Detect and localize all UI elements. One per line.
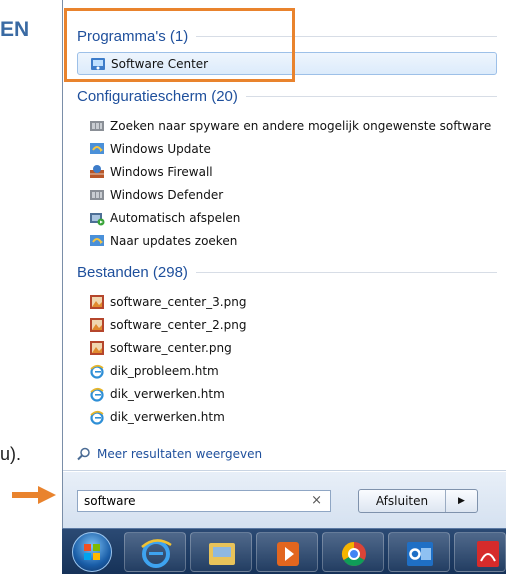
windows-logo-icon <box>84 544 100 560</box>
ie-file-icon <box>89 363 105 379</box>
section-title: Bestanden (298) <box>77 263 188 281</box>
software-center-icon <box>90 56 106 72</box>
result-label: Automatisch afspelen <box>110 210 241 225</box>
result-windows-defender[interactable]: Windows Defender <box>77 183 497 206</box>
result-file-htm-verwerken-2[interactable]: dik_verwerken.htm <box>77 405 497 428</box>
document-text-fragment: u). <box>0 444 22 464</box>
image-file-icon <box>89 340 105 356</box>
result-file-png-3[interactable]: software_center_3.png <box>77 290 497 313</box>
folder-icon <box>209 543 235 565</box>
search-icon <box>77 447 91 461</box>
taskbar-media-player[interactable] <box>256 532 318 572</box>
acrobat-icon <box>477 541 499 567</box>
result-label: Zoeken naar spyware en andere mogelijk o… <box>110 118 492 133</box>
image-file-icon <box>89 317 105 333</box>
bottom-divider <box>63 470 506 471</box>
result-label: dik_probleem.htm <box>110 363 219 378</box>
section-title: Configuratiescherm (20) <box>77 87 238 105</box>
result-windows-firewall[interactable]: Windows Firewall <box>77 160 497 183</box>
result-label: dik_verwerken.htm <box>110 409 225 424</box>
section-title: Programma's (1) <box>77 27 189 45</box>
windows-defender-icon <box>89 118 105 134</box>
orange-arrow-icon <box>12 486 56 504</box>
taskbar-windows-explorer[interactable] <box>190 532 252 572</box>
shutdown-options-arrow-icon[interactable]: ▶ <box>446 496 477 506</box>
chrome-icon <box>341 542 366 567</box>
result-label: dik_verwerken.htm <box>110 386 225 401</box>
windows-defender-icon <box>89 187 105 203</box>
shutdown-button[interactable]: Afsluiten ▶ <box>358 489 478 513</box>
start-menu-panel: Programma's (1) Software Center Configur… <box>62 0 506 528</box>
section-header-programs: Programma's (1) <box>77 26 497 46</box>
start-menu-bottom-bar: × Afsluiten ▶ <box>63 472 506 528</box>
taskbar-acrobat[interactable] <box>454 532 506 572</box>
section-divider <box>245 95 497 97</box>
result-autoplay[interactable]: Automatisch afspelen <box>77 206 497 229</box>
section-divider <box>195 271 497 273</box>
result-file-png-2[interactable]: software_center_2.png <box>77 313 497 336</box>
taskbar-outlook[interactable] <box>388 532 450 572</box>
more-results-label: Meer resultaten weergeven <box>97 447 263 461</box>
outlook-icon <box>407 542 433 566</box>
ie-file-icon <box>89 409 105 425</box>
result-label: Software Center <box>111 56 209 71</box>
result-label: Naar updates zoeken <box>110 233 238 248</box>
ie-file-icon <box>89 386 105 402</box>
section-header-control-panel: Configuratiescherm (20) <box>77 86 497 106</box>
section-header-files: Bestanden (298) <box>77 262 497 282</box>
result-label: Windows Update <box>110 141 211 156</box>
start-orb-button[interactable] <box>72 532 112 572</box>
media-player-icon <box>277 542 299 566</box>
more-results-link[interactable]: Meer resultaten weergeven <box>77 447 262 461</box>
result-spyware-search[interactable]: Zoeken naar spyware en andere mogelijk o… <box>77 114 497 137</box>
autoplay-icon <box>89 210 105 226</box>
image-file-icon <box>89 294 105 310</box>
taskbar-chrome[interactable] <box>322 532 384 572</box>
windows-update-icon <box>89 233 105 249</box>
search-input[interactable] <box>84 494 284 508</box>
result-windows-update[interactable]: Windows Update <box>77 137 497 160</box>
internet-explorer-icon <box>141 539 172 568</box>
result-label: software_center_2.png <box>110 317 247 332</box>
result-file-htm-probleem[interactable]: dik_probleem.htm <box>77 359 497 382</box>
document-heading-fragment: EN <box>0 18 30 41</box>
result-label: software_center_3.png <box>110 294 247 309</box>
shutdown-label: Afsluiten <box>375 494 429 508</box>
result-check-updates[interactable]: Naar updates zoeken <box>77 229 497 252</box>
result-label: software_center.png <box>110 340 232 355</box>
section-divider <box>196 35 497 37</box>
result-software-center[interactable]: Software Center <box>77 52 497 75</box>
firewall-icon <box>89 164 105 180</box>
result-label: Windows Defender <box>110 187 224 202</box>
taskbar-internet-explorer[interactable] <box>124 532 186 572</box>
result-file-png[interactable]: software_center.png <box>77 336 497 359</box>
taskbar <box>62 528 506 574</box>
result-file-htm-verwerken[interactable]: dik_verwerken.htm <box>77 382 497 405</box>
windows-update-icon <box>89 141 105 157</box>
clear-search-icon[interactable]: × <box>311 493 322 508</box>
result-label: Windows Firewall <box>110 164 213 179</box>
search-box[interactable]: × <box>77 490 331 512</box>
